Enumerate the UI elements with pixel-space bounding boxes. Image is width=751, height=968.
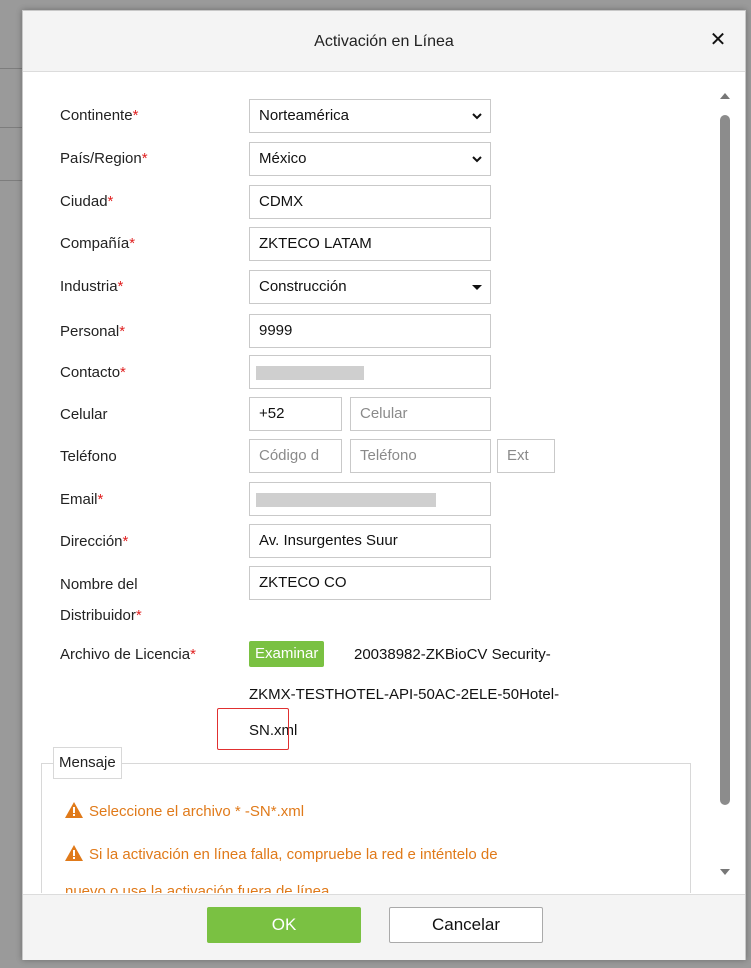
email-input[interactable]	[249, 482, 491, 516]
telefono-code-input[interactable]: Código d	[249, 439, 342, 473]
license-filename-line2: ZKMX-TESTHOTEL-API-50AC-2ELE-50Hotel-	[249, 686, 560, 703]
personal-input[interactable]: 9999	[249, 314, 491, 348]
celular-label: Celular	[60, 406, 108, 423]
redacted-value	[256, 493, 436, 507]
dialog-footer: OK Cancelar	[23, 894, 745, 960]
telefono-input[interactable]: Teléfono	[350, 439, 491, 473]
scrollbar-thumb[interactable]	[720, 115, 730, 805]
activation-dialog: Activación en Línea ✕ Continente* Nortea…	[22, 10, 746, 960]
dialog-titlebar: Activación en Línea ✕	[23, 11, 745, 72]
telefono-label: Teléfono	[60, 448, 117, 465]
caret-down-icon	[472, 285, 482, 290]
chevron-down-icon	[472, 113, 482, 120]
license-filename-line1: 20038982-ZKBioCV Security-	[354, 646, 551, 663]
ok-button[interactable]: OK	[207, 907, 361, 943]
industria-label: Industria*	[60, 278, 124, 295]
examinar-button[interactable]: Examinar	[249, 641, 325, 667]
licencia-label: Archivo de Licencia*	[60, 646, 196, 663]
cancel-button[interactable]: Cancelar	[389, 907, 543, 943]
celular-input[interactable]: Celular	[350, 397, 491, 431]
celular-code-input[interactable]: +52	[249, 397, 342, 431]
warning-icon	[65, 802, 83, 818]
compania-input[interactable]: ZKTECO LATAM	[249, 227, 491, 261]
personal-label: Personal*	[60, 323, 126, 340]
compania-label: Compañía*	[60, 235, 136, 252]
scroll-down-icon[interactable]	[720, 867, 730, 877]
mensaje-legend: Mensaje	[53, 747, 122, 779]
pais-label: País/Region*	[60, 150, 148, 167]
direccion-label: Dirección*	[60, 533, 129, 550]
warning-message: Seleccione el archivo * -SN*.xml	[65, 802, 304, 822]
telefono-ext-input[interactable]: Ext	[497, 439, 555, 473]
scrollbar[interactable]	[718, 75, 732, 897]
highlight-annotation	[217, 708, 289, 750]
distribuidor-input[interactable]: ZKTECO CO	[249, 566, 491, 600]
ciudad-input[interactable]: CDMX	[249, 185, 491, 219]
contacto-input[interactable]	[249, 355, 491, 389]
email-label: Email*	[60, 491, 104, 508]
continente-select[interactable]: Norteamérica	[249, 99, 491, 133]
scroll-up-icon[interactable]	[720, 91, 730, 101]
mensaje-fieldset	[41, 763, 691, 893]
form-scroll-area[interactable]: Continente* Norteamérica País/Region* Mé…	[23, 72, 745, 893]
distribuidor-label-line1: Nombre del	[60, 576, 138, 593]
redacted-value	[256, 366, 364, 380]
warning-icon	[65, 845, 83, 861]
chevron-down-icon	[472, 156, 482, 163]
industria-select[interactable]: Construcción	[249, 270, 491, 304]
close-icon[interactable]: ✕	[707, 29, 729, 51]
warning-message-continued: nuevo o use la activación fuera de línea	[65, 883, 330, 893]
dialog-title: Activación en Línea	[314, 33, 454, 50]
ciudad-label: Ciudad*	[60, 193, 114, 210]
direccion-input[interactable]: Av. Insurgentes Suur	[249, 524, 491, 558]
pais-select[interactable]: México	[249, 142, 491, 176]
continente-label: Continente*	[60, 107, 139, 124]
warning-message: Si la activación en línea falla, comprue…	[65, 845, 498, 865]
contacto-label: Contacto*	[60, 364, 126, 381]
distribuidor-label-line2: Distribuidor*	[60, 607, 142, 624]
